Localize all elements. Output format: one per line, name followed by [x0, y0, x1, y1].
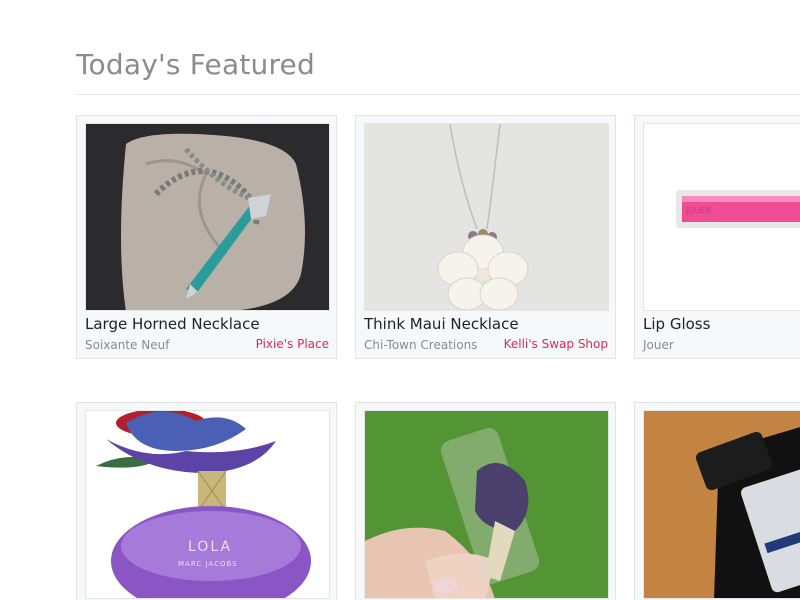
product-card[interactable]	[634, 402, 800, 600]
product-name[interactable]: Large Horned Necklace	[85, 315, 260, 333]
product-image[interactable]	[364, 123, 609, 311]
product-brand: Jouer	[643, 338, 674, 352]
product-image[interactable]: LOLA MARC JACOBS	[85, 410, 330, 599]
serum-bottle-photo-icon	[644, 411, 800, 598]
lip-gloss-photo-icon: JOUER	[644, 124, 800, 310]
product-brand: Chi-Town Creations	[364, 338, 478, 352]
svg-text:JOUER: JOUER	[685, 206, 712, 215]
product-card[interactable]: Think Maui Necklace Chi-Town Creations K…	[355, 115, 616, 359]
shop-link[interactable]: Kelli's Swap Shop	[504, 337, 608, 351]
product-brand: Soixante Neuf	[85, 338, 170, 352]
product-card[interactable]	[355, 402, 616, 600]
product-card[interactable]: LOLA MARC JACOBS	[76, 402, 337, 600]
makeup-brush-photo-icon	[365, 411, 608, 598]
product-image[interactable]	[364, 410, 609, 599]
product-name[interactable]: Lip Gloss	[643, 315, 710, 333]
section-divider	[76, 94, 800, 95]
featured-page: Today's Featured Large Horned Necklace S…	[0, 0, 800, 600]
svg-text:LOLA: LOLA	[188, 539, 232, 555]
product-card[interactable]: JOUER Lip Gloss Jouer	[634, 115, 800, 359]
product-image[interactable]	[643, 410, 800, 599]
shop-link[interactable]: Pixie's Place	[256, 337, 329, 351]
necklace-horn-photo-icon	[86, 124, 329, 310]
product-image[interactable]	[85, 123, 330, 311]
product-image[interactable]: JOUER	[643, 123, 800, 311]
section-title: Today's Featured	[76, 48, 315, 81]
perfume-bottle-photo-icon: LOLA MARC JACOBS	[86, 411, 329, 598]
product-name[interactable]: Think Maui Necklace	[364, 315, 519, 333]
svg-text:MARC JACOBS: MARC JACOBS	[178, 560, 238, 568]
product-card[interactable]: Large Horned Necklace Soixante Neuf Pixi…	[76, 115, 337, 359]
necklace-flower-photo-icon	[365, 124, 608, 310]
